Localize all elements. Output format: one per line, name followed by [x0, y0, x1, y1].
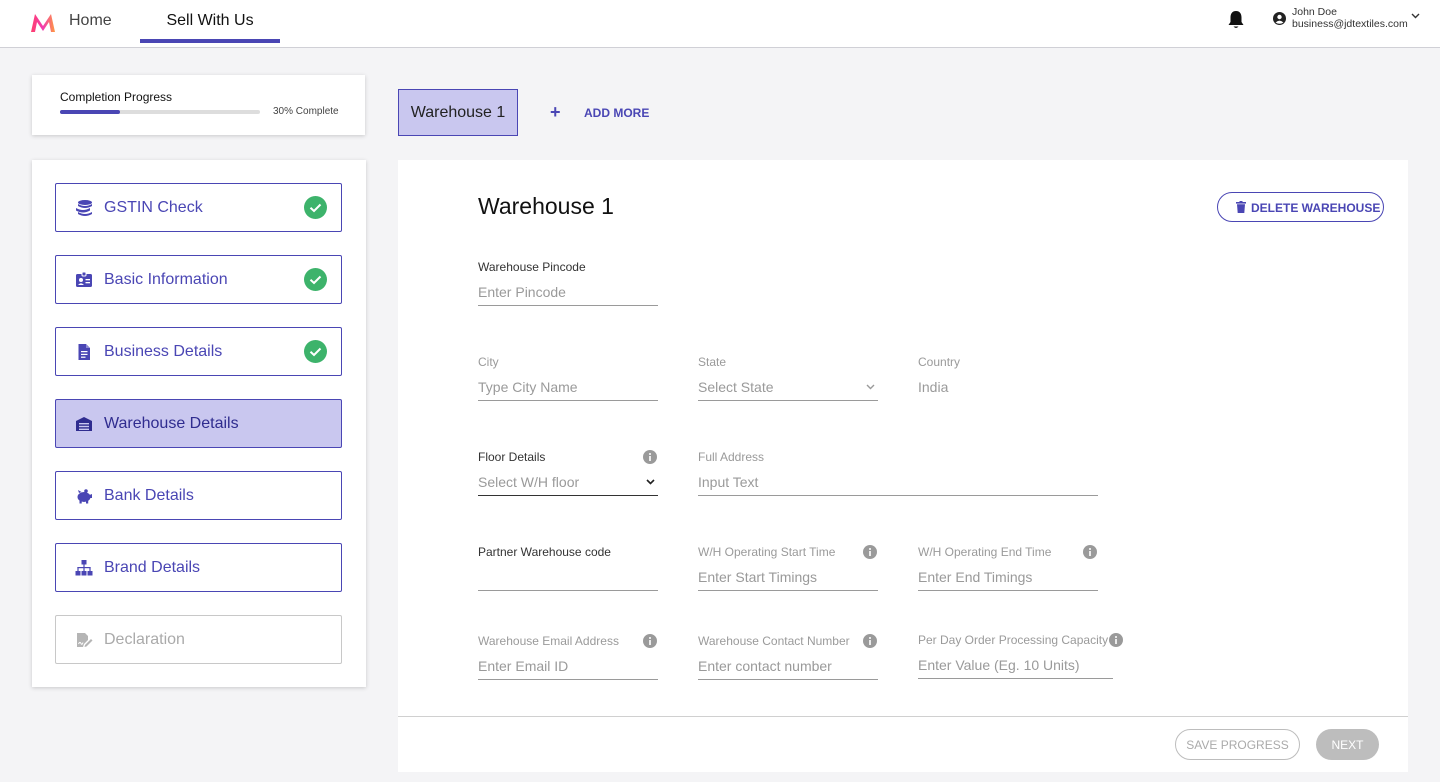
full-address-field: Full Address Input Text: [698, 450, 1098, 498]
org-chart-icon: [75, 560, 93, 576]
next-button[interactable]: NEXT: [1316, 729, 1379, 760]
warehouse-icon: [76, 417, 92, 431]
id-card-icon: [76, 271, 92, 287]
progress-percent-label: 30% Complete: [273, 106, 339, 117]
capacity-input[interactable]: Enter Value (Eg. 10 Units): [918, 656, 1113, 679]
warehouse-form: Warehouse 1 DELETE WAREHOUSE Warehouse P…: [398, 160, 1408, 772]
onboarding-steps: GSTIN Check Basic Information Business D…: [32, 160, 366, 687]
contact-input[interactable]: Enter contact number: [698, 657, 878, 680]
floor-select-value: Select W/H floor: [478, 474, 580, 490]
add-more-button[interactable]: ADD MORE: [584, 106, 649, 120]
coins-stack-icon: [76, 200, 92, 216]
field-label: Warehouse Contact Number: [698, 634, 850, 648]
step-bank-details[interactable]: Bank Details: [55, 471, 342, 520]
email-field: Warehouse Email Address Enter Email ID: [478, 634, 658, 682]
info-icon[interactable]: [1083, 545, 1097, 559]
completion-progress-card: Completion Progress 30% Complete: [32, 75, 365, 135]
user-menu[interactable]: John Doe business@jdtextiles.com: [1292, 6, 1408, 30]
nav-active-indicator: [140, 39, 280, 43]
check-circle-icon: [304, 340, 327, 363]
field-label: W/H Operating Start Time: [698, 545, 836, 559]
step-label: Declaration: [104, 631, 185, 648]
check-circle-icon: [304, 268, 327, 291]
city-field: City Type City Name: [478, 355, 658, 403]
progress-bar: [60, 110, 260, 114]
form-title: Warehouse 1: [478, 193, 614, 219]
step-basic-information[interactable]: Basic Information: [55, 255, 342, 304]
plus-icon[interactable]: +: [550, 103, 561, 121]
country-value: India: [918, 379, 949, 395]
field-label: Per Day Order Processing Capacity: [918, 633, 1109, 647]
form-footer-divider: [398, 716, 1408, 717]
piggy-bank-icon: [77, 489, 92, 504]
field-label: W/H Operating End Time: [918, 545, 1052, 559]
country-field: Country India: [918, 355, 1098, 403]
floor-field: Floor Details Select W/H floor: [478, 450, 658, 498]
step-brand-details[interactable]: Brand Details: [55, 543, 342, 592]
start-time-field: W/H Operating Start Time Enter Start Tim…: [698, 545, 878, 593]
field-label: City: [478, 355, 499, 369]
delete-warehouse-button[interactable]: DELETE WAREHOUSE: [1217, 192, 1384, 222]
field-label: Full Address: [698, 450, 765, 464]
field-label: Partner Warehouse code: [478, 545, 611, 559]
city-input[interactable]: Type City Name: [478, 378, 658, 401]
end-time-input[interactable]: Enter End Timings: [918, 568, 1098, 591]
info-icon[interactable]: [863, 545, 877, 559]
info-icon[interactable]: [643, 450, 657, 464]
bell-icon[interactable]: [1227, 10, 1245, 30]
contact-field: Warehouse Contact Number Enter contact n…: [698, 634, 878, 682]
step-label: GSTIN Check: [104, 199, 203, 216]
step-label: Business Details: [104, 343, 223, 360]
info-icon[interactable]: [1109, 633, 1123, 647]
step-label: Warehouse Details: [104, 415, 239, 432]
user-email: business@jdtextiles.com: [1292, 18, 1408, 30]
end-time-field: W/H Operating End Time Enter End Timings: [918, 545, 1098, 593]
partner-code-input[interactable]: [478, 568, 658, 591]
floor-select[interactable]: Select W/H floor: [478, 473, 658, 496]
start-time-input[interactable]: Enter Start Timings: [698, 568, 878, 591]
state-select[interactable]: Select State: [698, 378, 878, 401]
document-icon: [78, 344, 90, 360]
field-label: State: [698, 355, 727, 369]
progress-title: Completion Progress: [60, 90, 173, 104]
progress-bar-fill: [60, 110, 120, 114]
step-label: Brand Details: [104, 559, 201, 576]
user-name: John Doe: [1292, 6, 1337, 18]
state-field: State Select State: [698, 355, 878, 403]
myntra-logo-icon[interactable]: [30, 12, 56, 34]
step-label: Basic Information: [104, 271, 228, 288]
save-progress-button[interactable]: SAVE PROGRESS: [1175, 729, 1300, 760]
user-avatar-icon[interactable]: [1273, 12, 1286, 25]
step-business-details[interactable]: Business Details: [55, 327, 342, 376]
full-address-input[interactable]: Input Text: [698, 473, 1098, 496]
field-label: Floor Details: [478, 450, 546, 464]
chevron-down-icon: [866, 384, 875, 390]
state-select-value: Select State: [698, 379, 774, 395]
step-warehouse-details[interactable]: Warehouse Details: [55, 399, 342, 448]
nav-home[interactable]: Home: [69, 0, 112, 44]
nav-sell-with-us[interactable]: Sell With Us: [140, 0, 280, 44]
capacity-field: Per Day Order Processing Capacity Enter …: [918, 633, 1123, 681]
info-icon[interactable]: [863, 634, 877, 648]
email-input[interactable]: Enter Email ID: [478, 657, 658, 680]
field-label: Country: [918, 355, 961, 369]
check-circle-icon: [304, 196, 327, 219]
pincode-field: Warehouse Pincode Enter Pincode: [478, 260, 658, 308]
step-declaration[interactable]: Declaration: [55, 615, 342, 664]
step-gstin-check[interactable]: GSTIN Check: [55, 183, 342, 232]
info-icon[interactable]: [643, 634, 657, 648]
field-label: Warehouse Email Address: [478, 634, 619, 648]
pincode-input[interactable]: Enter Pincode: [478, 283, 658, 306]
chevron-down-icon[interactable]: [1411, 13, 1420, 19]
signature-icon: [77, 633, 93, 647]
step-label: Bank Details: [104, 487, 194, 504]
chevron-down-icon: [646, 479, 655, 485]
top-bar: Home Sell With Us John Doe business@jdte…: [0, 0, 1440, 48]
partner-code-field: Partner Warehouse code: [478, 545, 658, 593]
tab-warehouse-1[interactable]: Warehouse 1: [398, 89, 518, 136]
trash-icon: [1236, 201, 1246, 213]
delete-warehouse-label: DELETE WAREHOUSE: [1251, 201, 1381, 215]
field-label: Warehouse Pincode: [478, 260, 586, 274]
